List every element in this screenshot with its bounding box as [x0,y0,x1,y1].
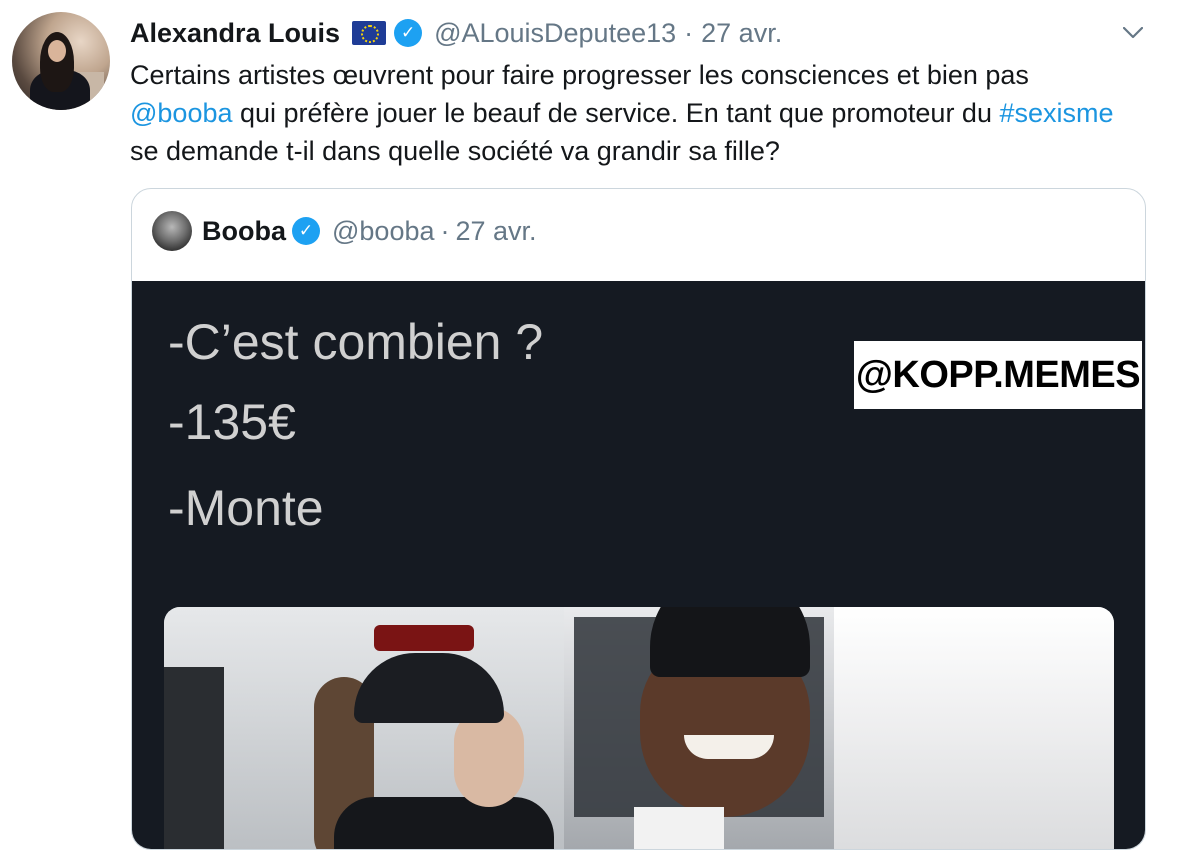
tweet-text: Certains artistes œuvrent pour faire pro… [130,56,1130,170]
verified-badge-icon: ✓ [394,19,423,47]
photo-background [824,607,1114,849]
photo-man-cap [650,607,810,677]
quoted-author-name[interactable]: Booba [202,216,286,247]
author-name[interactable]: Alexandra Louis [130,18,340,49]
photo-van-light [374,625,474,651]
tweet-text-part1: Certains artistes œuvrent pour faire pro… [130,60,1029,90]
quoted-date[interactable]: 27 avr. [456,216,537,247]
avatar-face [48,40,66,62]
quoted-author-handle[interactable]: @booba [332,216,435,247]
tweet-header: Alexandra Louis ✓ @ALouisDeputee13 · 27 … [130,14,782,52]
meme-watermark: @KOPP.MEMES [854,341,1142,409]
meme-line-1: -C’est combien ? [168,314,544,370]
eu-flag-icon [352,21,387,45]
chevron-down-icon[interactable] [1116,18,1150,48]
photo-paper [634,807,724,849]
tweet-date[interactable]: 27 avr. [701,18,782,49]
verified-badge-icon: ✓ [292,217,320,245]
meme-line-3: -Monte [168,480,324,536]
tweet-text-part3: se demande t-il dans quelle société va g… [130,136,780,166]
hashtag-link[interactable]: #sexisme [999,98,1113,128]
photo-woman-body [334,797,554,849]
quoted-avatar[interactable] [152,211,192,251]
separator-dot: · [684,17,694,48]
tweet-text-part2: qui préfère jouer le beauf de service. E… [232,98,1000,128]
quoted-tweet[interactable]: Booba ✓ @booba · 27 avr. -C’est combien … [131,188,1146,850]
meme-line-2: -135€ [168,394,296,450]
photo-van-dark [164,667,224,849]
tweet: Alexandra Louis ✓ @ALouisDeputee13 · 27 … [0,0,1184,868]
author-handle[interactable]: @ALouisDeputee13 [434,18,676,49]
meme-image[interactable]: -C’est combien ? -135€ -Monte @KOPP.MEME… [132,281,1145,849]
separator-dot: · [440,215,450,246]
meme-photo [164,607,1114,849]
mention-link[interactable]: @booba [130,98,233,128]
author-avatar[interactable] [12,12,110,110]
quoted-header: Booba ✓ @booba · 27 avr. [152,211,537,251]
photo-man-smile [684,735,774,759]
